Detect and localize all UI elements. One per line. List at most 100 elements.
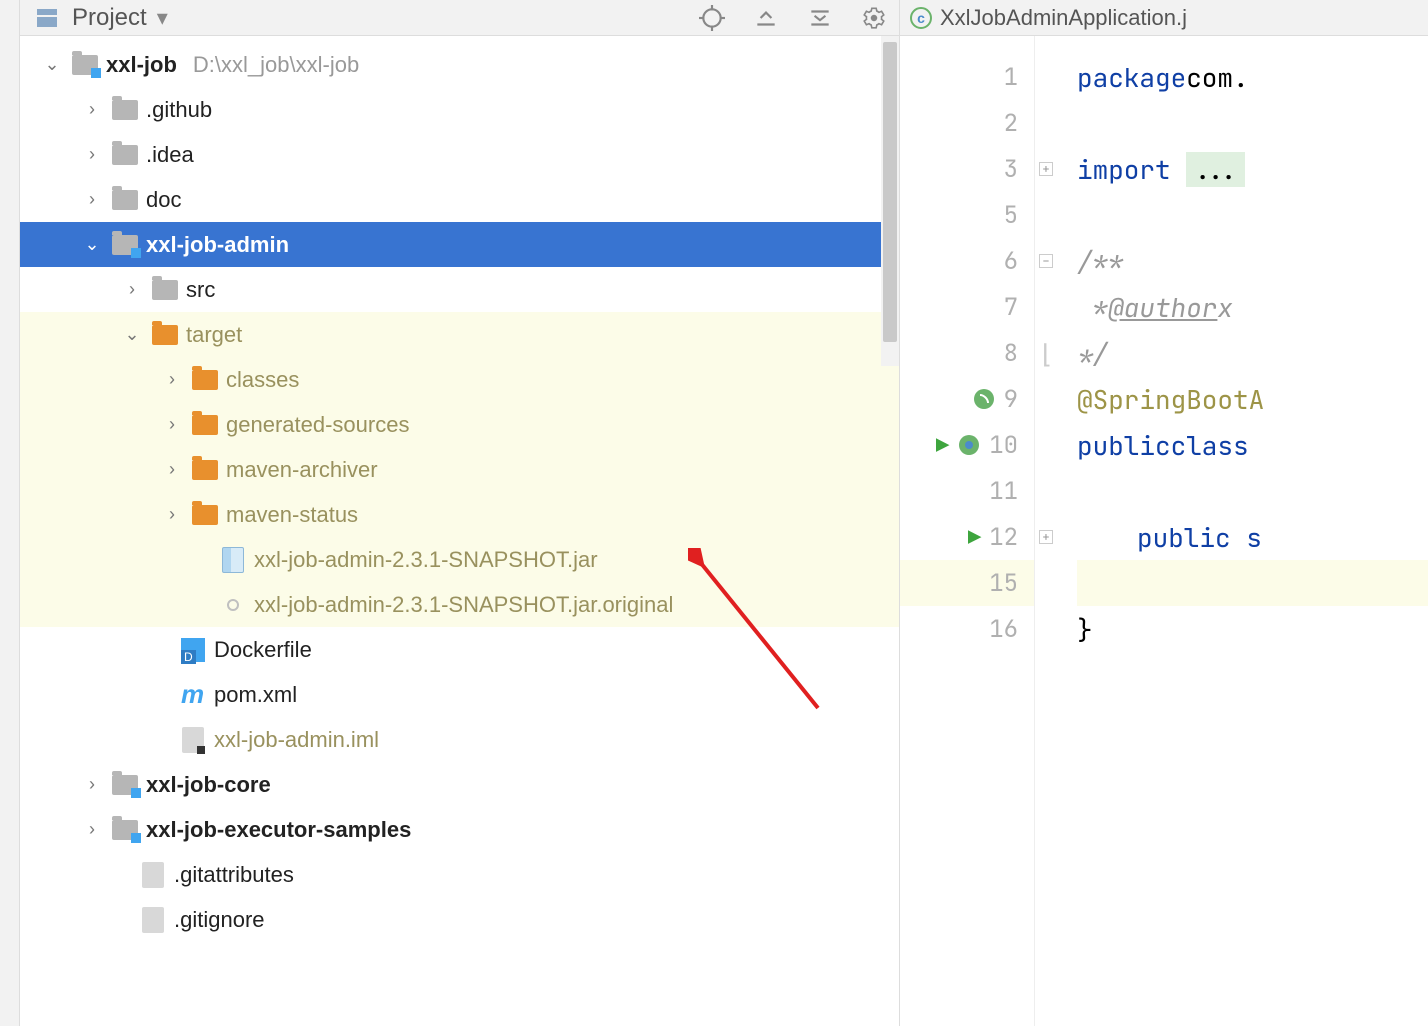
tree-item-label: .github — [146, 97, 212, 123]
code-keyword: public — [1077, 428, 1171, 463]
tree-item-github[interactable]: › .github — [20, 87, 899, 132]
code-keyword: public s — [1137, 520, 1262, 555]
expand-icon[interactable]: › — [160, 504, 184, 525]
code-keyword: import — [1077, 152, 1171, 187]
line-number: 15 — [989, 568, 1018, 599]
tree-item-iml[interactable]: › xxl-job-admin.iml — [20, 717, 899, 762]
code-brace: } — [1077, 612, 1093, 647]
code-folded[interactable]: ... — [1186, 152, 1245, 187]
tree-item-target[interactable]: ⌄ target — [20, 312, 899, 357]
editor-panel: c XxlJobAdminApplication.j 1 2 3 5 6 7 8… — [900, 0, 1428, 1026]
expand-icon[interactable]: › — [160, 369, 184, 390]
tree-item-samples[interactable]: › xxl-job-executor-samples — [20, 807, 899, 852]
tree-item-gitignore[interactable]: › .gitignore — [20, 897, 899, 942]
line-number: 2 — [1004, 108, 1018, 139]
expand-icon[interactable]: › — [80, 189, 104, 210]
editor-tab-title[interactable]: XxlJobAdminApplication.j — [940, 5, 1187, 31]
line-number: 5 — [1004, 200, 1018, 231]
fold-icon[interactable]: + — [1039, 530, 1053, 544]
tree-item-mavenstatus[interactable]: › maven-status — [20, 492, 899, 537]
line-number: 9 — [1004, 384, 1018, 415]
tree-scrollbar[interactable] — [881, 36, 899, 366]
line-number: 11 — [989, 476, 1018, 507]
spring-boot-icon[interactable] — [957, 433, 981, 457]
line-number: 6 — [1004, 246, 1018, 277]
tree-item-label: .idea — [146, 142, 194, 168]
tree-item-classes[interactable]: › classes — [20, 357, 899, 402]
excluded-folder-icon — [192, 505, 218, 525]
tree-root[interactable]: ⌄ xxl-job D:\xxl_job\xxl-job — [20, 42, 899, 87]
tree-item-label: xxl-job-executor-samples — [146, 817, 411, 843]
expand-icon[interactable]: › — [120, 279, 144, 300]
tree-item-gensources[interactable]: › generated-sources — [20, 402, 899, 447]
collapse-all-icon[interactable] — [807, 5, 833, 31]
expand-icon[interactable]: › — [80, 819, 104, 840]
tree-item-dockerfile[interactable]: › Dockerfile — [20, 627, 899, 672]
tree-item-idea[interactable]: › .idea — [20, 132, 899, 177]
expand-icon[interactable]: ⌄ — [120, 324, 144, 345]
expand-icon[interactable]: › — [160, 459, 184, 480]
tree-item-label: generated-sources — [226, 412, 409, 438]
tree-item-label: xxl-job — [106, 52, 177, 78]
expand-icon[interactable]: › — [80, 99, 104, 120]
line-number: 3 — [1004, 154, 1018, 185]
tree-item-gitattr[interactable]: › .gitattributes — [20, 852, 899, 897]
locate-icon[interactable] — [699, 5, 725, 31]
code-annotation: @SpringBootA — [1077, 382, 1264, 417]
expand-icon[interactable]: ⌄ — [80, 234, 104, 255]
editor-tabs: c XxlJobAdminApplication.j — [900, 0, 1428, 36]
spring-bean-icon[interactable] — [972, 387, 996, 411]
tree-item-mavenarch[interactable]: › maven-archiver — [20, 447, 899, 492]
run-icon[interactable]: ▶ — [936, 431, 949, 460]
module-folder-icon — [112, 820, 138, 840]
maven-icon: m — [181, 683, 205, 707]
tree-item-core[interactable]: › xxl-job-core — [20, 762, 899, 807]
fold-icon[interactable]: – — [1039, 254, 1053, 268]
code-keyword: class — [1171, 428, 1249, 463]
tree-item-label: xxl-job-admin-2.3.1-SNAPSHOT.jar — [254, 547, 598, 573]
fold-icon[interactable]: + — [1039, 162, 1053, 176]
expand-icon[interactable]: › — [80, 144, 104, 165]
line-number: 10 — [989, 430, 1018, 461]
expand-all-icon[interactable] — [753, 5, 779, 31]
tree-item-label: doc — [146, 187, 181, 213]
tree-item-path: D:\xxl_job\xxl-job — [193, 52, 359, 78]
code-comment: * — [1077, 290, 1108, 325]
line-number: 7 — [1004, 292, 1018, 323]
project-panel: Project ▾ ⌄ xxl-job D:\xxl_job\xxl-job ›… — [20, 0, 900, 1026]
project-tree[interactable]: ⌄ xxl-job D:\xxl_job\xxl-job › .github ›… — [20, 36, 899, 1026]
code-text: com. — [1186, 60, 1248, 95]
editor-gutter[interactable]: 1 2 3 5 6 7 8 9 ▶10 11 ▶12 15 16 — [900, 36, 1035, 1026]
run-icon[interactable]: ▶ — [968, 523, 981, 552]
code-keyword: package — [1077, 60, 1186, 95]
panel-title-dropdown-icon[interactable]: ▾ — [157, 5, 168, 31]
fold-gutter[interactable]: + – ⌊ + — [1035, 36, 1057, 1026]
tree-item-jarorig[interactable]: › xxl-job-admin-2.3.1-SNAPSHOT.jar.origi… — [20, 582, 899, 627]
folder-icon — [112, 190, 138, 210]
expand-icon[interactable]: › — [80, 774, 104, 795]
code-doctag: @author — [1108, 290, 1217, 325]
code-comment: /** — [1077, 244, 1124, 279]
expand-icon[interactable]: › — [160, 414, 184, 435]
excluded-folder-icon — [192, 415, 218, 435]
tree-item-jar[interactable]: › xxl-job-admin-2.3.1-SNAPSHOT.jar — [20, 537, 899, 582]
excluded-folder-icon — [192, 370, 218, 390]
java-class-icon: c — [910, 7, 932, 29]
iml-file-icon — [182, 727, 204, 753]
tree-item-pom[interactable]: › m pom.xml — [20, 672, 899, 717]
expand-icon[interactable]: ⌄ — [40, 54, 64, 75]
tree-item-src[interactable]: › src — [20, 267, 899, 312]
left-tool-rail[interactable] — [0, 0, 20, 1026]
project-panel-title[interactable]: Project — [72, 4, 147, 32]
tree-item-label: pom.xml — [214, 682, 297, 708]
tree-item-label: maven-archiver — [226, 457, 378, 483]
scrollbar-thumb[interactable] — [883, 42, 897, 342]
folder-icon — [112, 100, 138, 120]
settings-icon[interactable] — [861, 5, 887, 31]
tree-item-label: xxl-job-admin — [146, 232, 289, 258]
tree-item-admin[interactable]: ⌄ xxl-job-admin — [20, 222, 899, 267]
tree-item-doc[interactable]: › doc — [20, 177, 899, 222]
editor-code[interactable]: package com. import ... /** * @author x … — [1057, 36, 1428, 1026]
folder-icon — [152, 280, 178, 300]
line-number: 1 — [1004, 62, 1018, 93]
